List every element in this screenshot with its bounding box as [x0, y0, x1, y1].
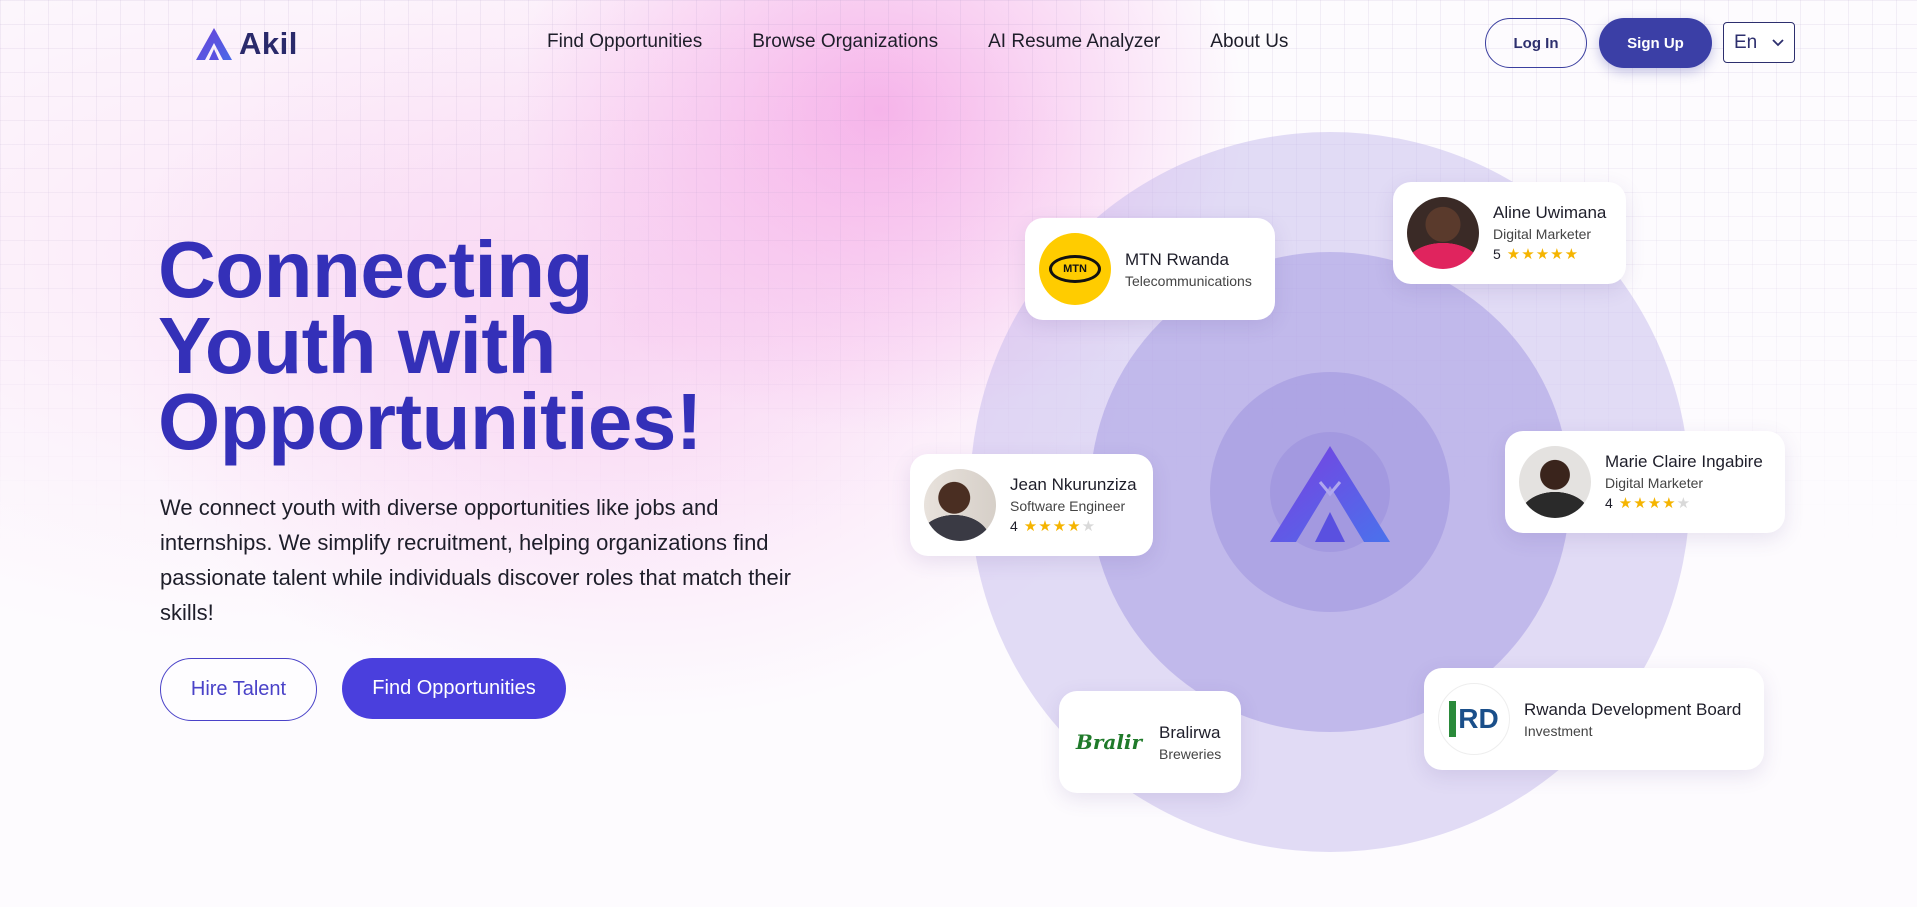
org-card-bralirwa[interactable]: Bralir Bralirwa Breweries [1059, 691, 1241, 793]
main-nav: Find Opportunities Browse Organizations … [547, 31, 1288, 53]
site-header: Akil Find Opportunities Browse Organizat… [0, 0, 1917, 86]
nav-about-us[interactable]: About Us [1210, 31, 1288, 53]
talent-name: Marie Claire Ingabire [1605, 452, 1763, 471]
star-rating-icon: ★★★★★ [1618, 495, 1692, 512]
star-rating-icon: ★★★★★ [1023, 518, 1097, 535]
rating-value: 5 [1493, 246, 1501, 262]
signup-button[interactable]: Sign Up [1599, 18, 1712, 68]
org-category: Breweries [1159, 745, 1222, 762]
talent-rating: 5 ★★★★★ [1493, 245, 1606, 263]
org-category: Telecommunications [1125, 272, 1252, 289]
avatar [1407, 197, 1479, 269]
rdb-logo-text: RD [1458, 703, 1499, 734]
akil-logo-icon [196, 28, 232, 60]
akil-center-logo-icon [1270, 446, 1390, 542]
language-value: En [1734, 31, 1758, 53]
headline-line-2: Youth with [158, 301, 556, 390]
avatar [1519, 446, 1591, 518]
org-card-rdb[interactable]: RD Rwanda Development Board Investment [1424, 668, 1764, 770]
talent-name: Jean Nkurunziza [1010, 475, 1137, 494]
talent-rating: 4 ★★★★★ [1010, 517, 1137, 535]
org-card-mtn[interactable]: MTN MTN Rwanda Telecommunications [1025, 218, 1275, 320]
org-name: Bralirwa [1159, 722, 1221, 742]
login-button[interactable]: Log In [1485, 18, 1587, 68]
find-opportunities-button[interactable]: Find Opportunities [342, 658, 566, 719]
hero-headline: Connecting Youth with Opportunities! [158, 225, 703, 466]
bralirwa-logo-text: Bralir [1075, 730, 1143, 754]
chevron-down-icon [1772, 38, 1784, 46]
talent-name: Aline Uwimana [1493, 203, 1607, 222]
language-select[interactable]: En [1723, 22, 1795, 63]
talent-role: Software Engineer [1010, 498, 1126, 514]
org-name: MTN Rwanda [1125, 249, 1229, 269]
nav-browse-organizations[interactable]: Browse Organizations [752, 31, 938, 53]
hire-talent-button[interactable]: Hire Talent [160, 658, 317, 721]
mtn-logo-text: MTN [1049, 255, 1101, 283]
brand-name: Akil [239, 26, 298, 61]
talent-card-jean[interactable]: Jean Nkurunziza Software Engineer 4 ★★★★… [910, 454, 1153, 556]
rating-value: 4 [1605, 495, 1613, 511]
hero-description: We connect youth with diverse opportunit… [160, 495, 791, 625]
nav-ai-resume-analyzer[interactable]: AI Resume Analyzer [988, 31, 1160, 53]
star-rating-icon: ★★★★★ [1506, 246, 1580, 263]
rdb-logo: RD [1438, 683, 1510, 755]
talent-rating: 4 ★★★★★ [1605, 494, 1763, 512]
talent-card-marie-claire[interactable]: Marie Claire Ingabire Digital Marketer 4… [1505, 431, 1785, 533]
rating-value: 4 [1010, 518, 1018, 534]
talent-role: Digital Marketer [1605, 475, 1704, 491]
talent-card-aline[interactable]: Aline Uwimana Digital Marketer 5 ★★★★★ [1393, 182, 1626, 284]
bralirwa-logo: Bralir [1073, 706, 1145, 778]
org-name: Rwanda Development Board [1524, 699, 1742, 719]
rdb-logo-bar [1449, 701, 1457, 737]
talent-role: Digital Marketer [1493, 226, 1592, 242]
mtn-logo: MTN [1039, 233, 1111, 305]
avatar [924, 469, 996, 541]
brand-logo[interactable]: Akil [195, 26, 298, 62]
org-category: Investment [1524, 722, 1593, 739]
nav-find-opportunities[interactable]: Find Opportunities [547, 31, 702, 53]
headline-line-3: Opportunities! [158, 377, 703, 466]
headline-line-1: Connecting [158, 225, 593, 314]
